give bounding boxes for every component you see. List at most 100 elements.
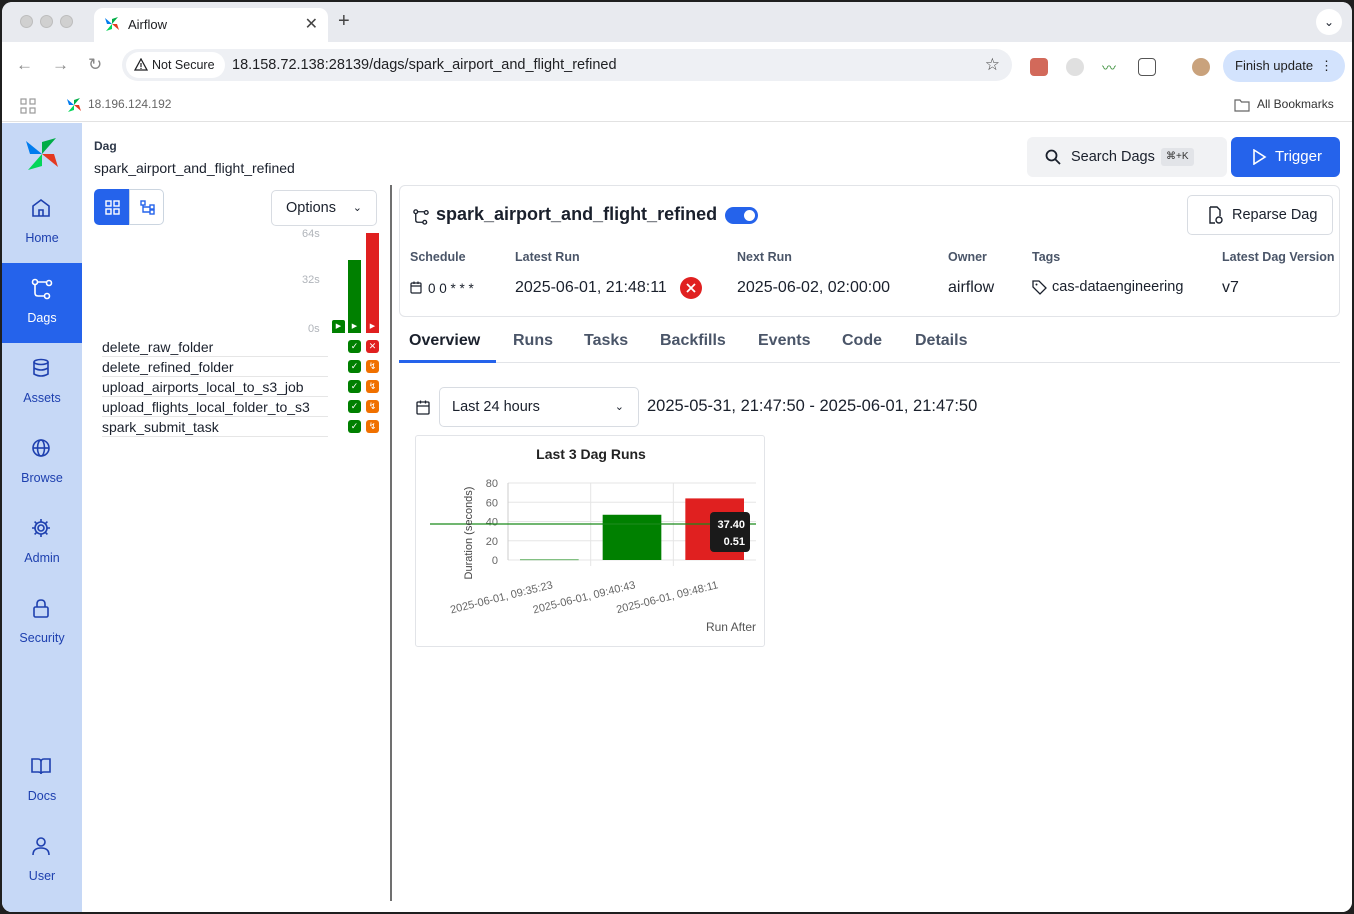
database-icon [33,358,49,377]
new-tab-icon[interactable]: + [338,10,350,33]
url-text: 18.158.72.138:28139/dags/spark_airport_a… [232,57,617,73]
profile-avatar[interactable] [1192,58,1210,76]
all-bookmarks[interactable]: All Bookmarks [1257,97,1334,111]
extensions-puzzle-icon[interactable] [1138,58,1156,76]
task-row[interactable]: delete_raw_folder [102,337,328,357]
book-icon [31,758,51,775]
task-instance-status[interactable]: ✓ [348,380,361,393]
sidebar-item-assets[interactable]: Assets [2,343,82,423]
task-row[interactable]: spark_submit_task [102,417,328,437]
dag-tabs: Overview Runs Tasks Backfills Events Cod… [399,327,1340,363]
tab-backfills[interactable]: Backfills [660,332,726,350]
graph-view-button[interactable] [129,189,164,225]
home-icon [32,199,50,217]
latest-run-value[interactable]: 2025-06-01, 21:48:11 [515,279,667,297]
apps-grid-icon[interactable] [20,98,36,114]
tab-events[interactable]: Events [758,332,810,350]
dags-icon [413,209,429,225]
latest-run-label: Latest Run [515,250,580,264]
sidebar-item-label: Docs [27,789,57,803]
tag-value[interactable]: cas-dataengineering [1052,279,1183,295]
minimize-window-button[interactable] [40,15,53,28]
cron-expression: 0 0 * * * [428,281,474,296]
extension-icon[interactable] [1066,58,1084,76]
airflow-app: Home Dags Assets Browse Admin Security D… [2,123,1352,912]
tab-details[interactable]: Details [915,332,967,350]
task-instance-status[interactable]: ↯ [366,360,379,373]
tab-overview[interactable]: Overview [409,332,480,350]
sidebar-item-admin[interactable]: Admin [2,503,82,583]
back-icon[interactable]: ← [16,55,33,75]
tooltip-value: 0.51 [724,536,745,548]
play-icon [1253,149,1267,165]
options-label: Options [286,200,336,216]
tab-code[interactable]: Code [842,332,882,350]
task-row[interactable]: delete_refined_folder [102,357,328,377]
close-tab-icon[interactable]: ✕ [305,14,318,34]
task-instance-status[interactable]: ↯ [366,400,379,413]
task-instance-status[interactable]: ↯ [366,380,379,393]
extension-icon[interactable]: 〰 [1102,58,1120,76]
version-label: Latest Dag Version [1222,250,1335,264]
bookmark-item[interactable]: 18.196.124.192 [88,97,171,111]
next-run-value: 2025-06-02, 02:00:00 [737,279,891,296]
search-dags-button[interactable]: Search Dags ⌘+K [1027,137,1227,177]
bookmark-star-icon[interactable]: ☆ [985,55,1000,75]
last-runs-chart-card: Last 3 Dag Runs 0 20 40 60 80 2025-06-01, 09:… [415,435,765,647]
sidebar-item-browse[interactable]: Browse [2,423,82,503]
search-dags-label: Search Dags [1071,149,1155,165]
task-row[interactable]: upload_airports_local_to_s3_job [102,377,328,397]
reparse-dag-button[interactable]: Reparse Dag [1187,195,1333,235]
sidebar-item-user[interactable]: User [2,821,82,901]
maximize-window-button[interactable] [60,15,73,28]
browser-tab[interactable]: Airflow ✕ [94,8,328,42]
tab-search-button[interactable]: ⌄ [1316,9,1342,35]
chevron-down-icon: ⌄ [614,401,624,413]
grid-view-button[interactable] [94,189,129,225]
sidebar-item-security[interactable]: Security [2,583,82,663]
task-instance-status[interactable]: ✓ [348,400,361,413]
sidebar-item-home[interactable]: Home [2,183,82,263]
sidebar-item-docs[interactable]: Docs [2,741,82,821]
time-range-select[interactable]: Last 24 hours ⌄ [439,387,639,427]
task-instance-status[interactable]: ✓ [348,340,361,353]
sidebar-item-label: Dags [27,311,57,325]
bookmarks-bar: 18.196.124.192 All Bookmarks [2,88,1352,122]
chart-bar [520,559,579,561]
airflow-logo-icon [105,17,119,31]
gear-icon [32,519,50,537]
close-window-button[interactable] [20,15,33,28]
owner-value: airflow [948,279,995,296]
task-instance-status[interactable]: ✕ [366,340,379,353]
extension-icon[interactable] [1030,58,1048,76]
task-instance-status[interactable]: ↯ [366,420,379,433]
trigger-button[interactable]: Trigger [1231,137,1340,177]
failed-status-icon [680,277,702,299]
reload-icon[interactable]: ↻ [88,55,102,75]
sidebar-item-label: User [28,869,56,883]
grid-y-tick: 32s [302,274,320,286]
active-tab-indicator [399,360,496,363]
tab-runs[interactable]: Runs [513,332,553,350]
panel-resize-handle[interactable] [390,185,392,901]
task-instance-status[interactable]: ✓ [348,420,361,433]
task-name: delete_refined_folder [102,359,234,375]
security-chip[interactable]: Not Secure [126,52,225,78]
kebab-menu-icon: ⋮ [1320,58,1333,73]
grid-run-bar[interactable] [366,233,379,333]
finish-update-button[interactable]: Finish update ⋮ [1223,50,1345,82]
task-row[interactable]: upload_flights_local_folder_to_s3 [102,397,328,417]
tab-tasks[interactable]: Tasks [584,332,628,350]
airflow-logo-icon[interactable] [23,135,61,173]
options-dropdown[interactable]: Options ⌄ [271,190,377,226]
breadcrumb-dag-name[interactable]: spark_airport_and_flight_refined [94,160,295,176]
sidebar-item-label: Browse [21,471,63,485]
forward-icon[interactable]: → [52,55,69,75]
search-icon [1045,149,1061,165]
pause-toggle[interactable] [725,207,758,224]
address-bar[interactable]: Not Secure 18.158.72.138:28139/dags/spar… [122,49,1012,81]
last-runs-chart: 0204060802025-06-01, 09:35:232025-06-01,… [430,478,756,634]
sidebar-item-dags[interactable]: Dags [2,263,82,343]
task-instance-status[interactable]: ✓ [348,360,361,373]
task-name: upload_flights_local_folder_to_s3 [102,399,310,415]
